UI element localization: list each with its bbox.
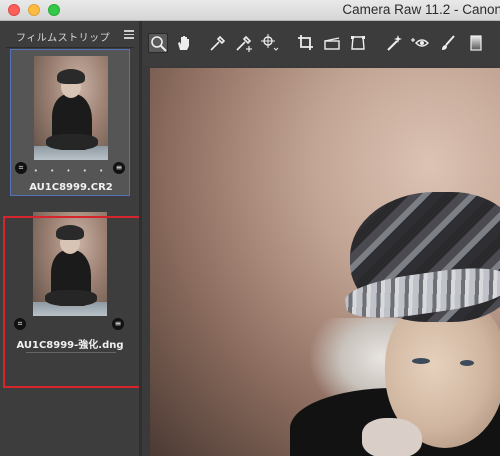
zoom-icon[interactable] <box>148 33 168 53</box>
transform-icon[interactable] <box>348 33 368 53</box>
close-window-button[interactable] <box>8 4 20 16</box>
tool-bar <box>142 21 500 66</box>
camera-raw-window: Camera Raw 11.2 - Canon フィルムストリップ ⌗ ≡ • … <box>0 0 500 456</box>
filmstrip-title: フィルムストリップ <box>16 33 111 44</box>
white-balance-icon[interactable] <box>208 33 228 53</box>
rating-dots[interactable]: • • • • • <box>11 167 131 175</box>
window-title: Camera Raw 11.2 - Canon <box>342 2 500 17</box>
targeted-adjustment-icon[interactable] <box>260 33 280 53</box>
thumbnail-filename: AU1C8999.CR2 <box>29 182 113 193</box>
thumbnail-image <box>34 56 108 160</box>
main-preview-image <box>150 68 500 456</box>
filmstrip-item-1[interactable]: ⌗ ≡ • • • • • AU1C8999.CR2 <box>10 49 130 196</box>
filmstrip-divider <box>6 47 134 48</box>
crop-icon[interactable] <box>296 33 316 53</box>
spot-removal-icon[interactable] <box>384 33 404 53</box>
maximize-window-button[interactable] <box>48 4 60 16</box>
filmstrip-panel: フィルムストリップ ⌗ ≡ • • • • • AU1C8999.CR2 ⌗ ≡… <box>0 21 146 456</box>
annotation-highlight-box <box>3 216 146 388</box>
filmstrip-menu-icon[interactable] <box>124 30 134 39</box>
title-bar: Camera Raw 11.2 - Canon <box>0 0 500 21</box>
hand-icon[interactable] <box>174 33 194 53</box>
graduated-filter-icon[interactable] <box>466 33 486 53</box>
thumbnail-frame <box>17 50 125 162</box>
color-sampler-icon[interactable] <box>234 33 254 53</box>
straighten-icon[interactable] <box>322 33 342 53</box>
adjustment-brush-icon[interactable] <box>438 33 458 53</box>
image-canvas[interactable] <box>142 66 500 456</box>
red-eye-icon[interactable] <box>410 33 430 53</box>
filmstrip-header: フィルムストリップ <box>6 29 134 45</box>
minimize-window-button[interactable] <box>28 4 40 16</box>
